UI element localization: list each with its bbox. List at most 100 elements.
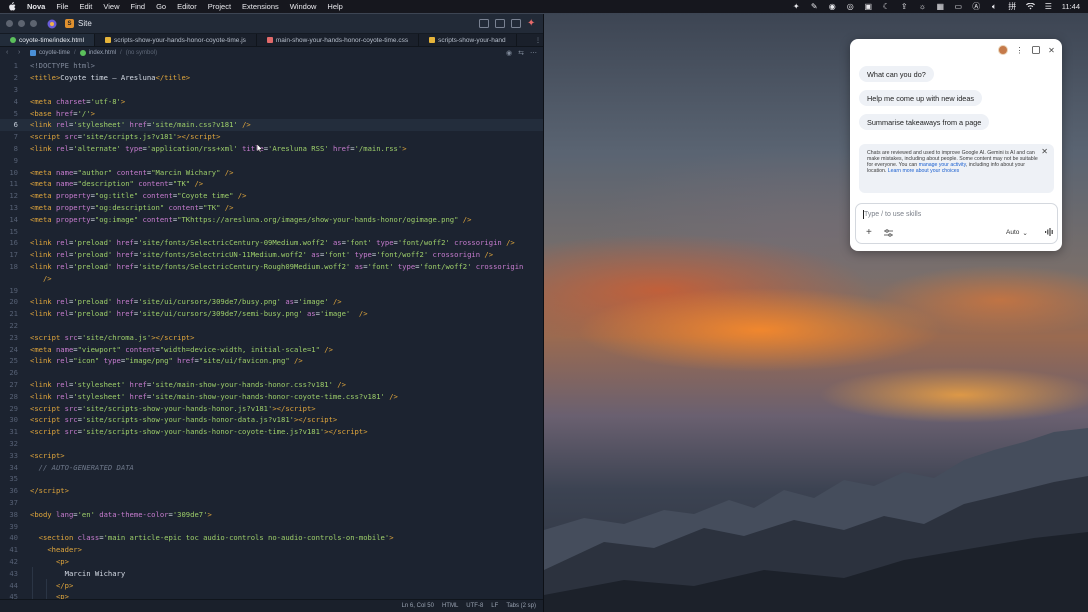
- code-line[interactable]: 6 <link rel='stylesheet' href='site/main.…: [0, 119, 543, 131]
- camera-icon[interactable]: ◎: [846, 2, 855, 11]
- code-line[interactable]: 23 <script src='site/chroma.js'></script>: [0, 331, 543, 343]
- code-line[interactable]: 40 <section class='main article-epic toc…: [0, 532, 543, 544]
- code-text[interactable]: // AUTO-GENERATED DATA: [24, 463, 134, 472]
- volume-icon[interactable]: 🔈︎: [990, 2, 999, 11]
- tab-scripts-show-your-hand[interactable]: scripts-show-your-hand: [419, 34, 517, 46]
- line-number[interactable]: 15: [0, 227, 24, 236]
- menu-editor[interactable]: Editor: [177, 2, 197, 11]
- code-line[interactable]: 2 <title>Coyote time — Aresluna</title>: [0, 72, 543, 84]
- code-text[interactable]: <meta charset='utf-8'>: [24, 97, 125, 106]
- expand-window-icon[interactable]: [1031, 46, 1040, 55]
- code-line[interactable]: 28 <link rel='stylesheet' href='site/main…: [0, 390, 543, 402]
- code-text[interactable]: <section class='main article-epic toc au…: [24, 533, 394, 542]
- code-text[interactable]: Marcin Wichary: [24, 569, 126, 578]
- line-number[interactable]: 7: [0, 132, 24, 141]
- code-line[interactable]: 41 <header>: [0, 544, 543, 556]
- avatar[interactable]: [998, 45, 1008, 55]
- code-line[interactable]: 5 <base href='/'>: [0, 107, 543, 119]
- line-number[interactable]: 26: [0, 368, 24, 377]
- dismiss-notice-icon[interactable]: ✕: [1041, 148, 1048, 156]
- code-text[interactable]: <link rel='stylesheet' href='site/main.c…: [24, 120, 251, 129]
- suggestion-chip[interactable]: Summarise takeaways from a page: [859, 114, 990, 130]
- split-editor-icon[interactable]: ⇆: [518, 49, 524, 57]
- zoom-window-button[interactable]: [30, 20, 37, 27]
- code-line[interactable]: 7 <script src='site/scripts.js?v181'></sc…: [0, 131, 543, 143]
- code-line[interactable]: 9: [0, 154, 543, 166]
- suggestion-chip[interactable]: What can you do?: [859, 66, 934, 82]
- code-line[interactable]: 24 <meta name="viewport" content="width=d…: [0, 343, 543, 355]
- nova-logo-icon[interactable]: [47, 19, 57, 29]
- code-line[interactable]: 8 <link rel='alternate' type='application…: [0, 143, 543, 155]
- code-line[interactable]: 42 <p>: [0, 556, 543, 568]
- code-line[interactable]: />: [0, 272, 543, 284]
- menu-project[interactable]: Project: [208, 2, 231, 11]
- wifi-icon[interactable]: [1025, 2, 1035, 11]
- tab-index-html[interactable]: coyote-time/index.html: [0, 34, 96, 46]
- back-arrow-icon[interactable]: ‹: [6, 49, 14, 56]
- add-attachment-icon[interactable]: +: [866, 227, 872, 238]
- language-selector[interactable]: HTML: [442, 603, 458, 609]
- code-line[interactable]: 34 // AUTO-GENERATED DATA: [0, 461, 543, 473]
- code-text[interactable]: <meta property="og:image" content="TKhtt…: [24, 215, 471, 224]
- learn-more-link[interactable]: Learn more about your choices: [888, 168, 960, 174]
- line-number[interactable]: 33: [0, 451, 24, 460]
- control-center-icon[interactable]: ☰: [1044, 2, 1053, 11]
- code-line[interactable]: 22: [0, 320, 543, 332]
- code-text[interactable]: <script>: [24, 451, 65, 460]
- line-number[interactable]: 14: [0, 215, 24, 224]
- code-line[interactable]: 43 Marcin Wichary: [0, 567, 543, 579]
- line-number[interactable]: 22: [0, 321, 24, 330]
- code-line[interactable]: 14 <meta property="og:image" content="TKh…: [0, 213, 543, 225]
- more-options-icon[interactable]: ⋯: [530, 49, 537, 57]
- line-number[interactable]: 17: [0, 250, 24, 259]
- code-text[interactable]: <link rel='preload' href='site/fonts/Sel…: [24, 250, 493, 259]
- menu-window[interactable]: Window: [290, 2, 317, 11]
- code-line[interactable]: 25 <link rel="icon" type="image/png" href…: [0, 355, 543, 367]
- code-line[interactable]: 36 </script>: [0, 485, 543, 497]
- line-number[interactable]: 31: [0, 427, 24, 436]
- project-switcher[interactable]: S Site: [65, 19, 92, 28]
- moon-icon[interactable]: ☾: [882, 2, 891, 11]
- code-line[interactable]: 27 <link rel='stylesheet' href='site/main…: [0, 379, 543, 391]
- code-text[interactable]: <p>: [24, 557, 69, 566]
- line-number[interactable]: 3: [0, 85, 24, 94]
- line-number[interactable]: 39: [0, 522, 24, 531]
- code-text[interactable]: />: [24, 274, 52, 283]
- line-number[interactable]: 10: [0, 168, 24, 177]
- line-number[interactable]: 13: [0, 203, 24, 212]
- menu-file[interactable]: File: [56, 2, 68, 11]
- code-line[interactable]: 19: [0, 284, 543, 296]
- toggle-inspector-icon[interactable]: [511, 19, 521, 28]
- line-number[interactable]: 40: [0, 533, 24, 542]
- line-number[interactable]: 32: [0, 439, 24, 448]
- code-line[interactable]: 18 <link rel='preload' href='site/fonts/S…: [0, 261, 543, 273]
- code-line[interactable]: 33 <script>: [0, 449, 543, 461]
- breadcrumb-folder[interactable]: coyote-time: [30, 49, 70, 56]
- code-line[interactable]: 38 <body lang='en' data-theme-color='309d…: [0, 508, 543, 520]
- code-line[interactable]: 31 <script src='site/scripts-show-your-ha…: [0, 426, 543, 438]
- line-number[interactable]: 43: [0, 569, 24, 578]
- tab-coyote-time-js[interactable]: scripts-show-your-hands-honor-coyote-tim…: [95, 34, 257, 46]
- tab-overflow-icon[interactable]: ⋮: [533, 34, 543, 46]
- code-text[interactable]: <script src='site/scripts.js?v181'></scr…: [24, 132, 220, 141]
- chinese-input-icon[interactable]: 拼: [1008, 2, 1017, 11]
- line-number[interactable]: 34: [0, 463, 24, 472]
- line-number[interactable]: 21: [0, 309, 24, 318]
- ai-sparkle-icon[interactable]: ✦: [527, 18, 537, 29]
- code-text[interactable]: <meta property="og:title" content="Coyot…: [24, 191, 246, 200]
- code-text[interactable]: <meta name="viewport" content="width=dev…: [24, 345, 333, 354]
- close-icon[interactable]: ✕: [1047, 46, 1056, 55]
- code-line[interactable]: 16 <link rel='preload' href='site/fonts/S…: [0, 237, 543, 249]
- code-line[interactable]: 26: [0, 367, 543, 379]
- suggestion-chip[interactable]: Help me come up with new ideas: [859, 90, 983, 106]
- code-text[interactable]: </script>: [24, 486, 69, 495]
- code-text[interactable]: <meta property="og:description" content=…: [24, 203, 233, 212]
- code-text[interactable]: <link rel='stylesheet' href='site/main-s…: [24, 392, 398, 401]
- code-line[interactable]: 17 <link rel='preload' href='site/fonts/S…: [0, 249, 543, 261]
- nova-spark-icon[interactable]: ✦: [792, 2, 801, 11]
- minimize-window-button[interactable]: [18, 20, 25, 27]
- menu-help[interactable]: Help: [327, 2, 342, 11]
- menu-app-name[interactable]: Nova: [27, 2, 45, 11]
- menu-find[interactable]: Find: [131, 2, 146, 11]
- code-line[interactable]: 15: [0, 225, 543, 237]
